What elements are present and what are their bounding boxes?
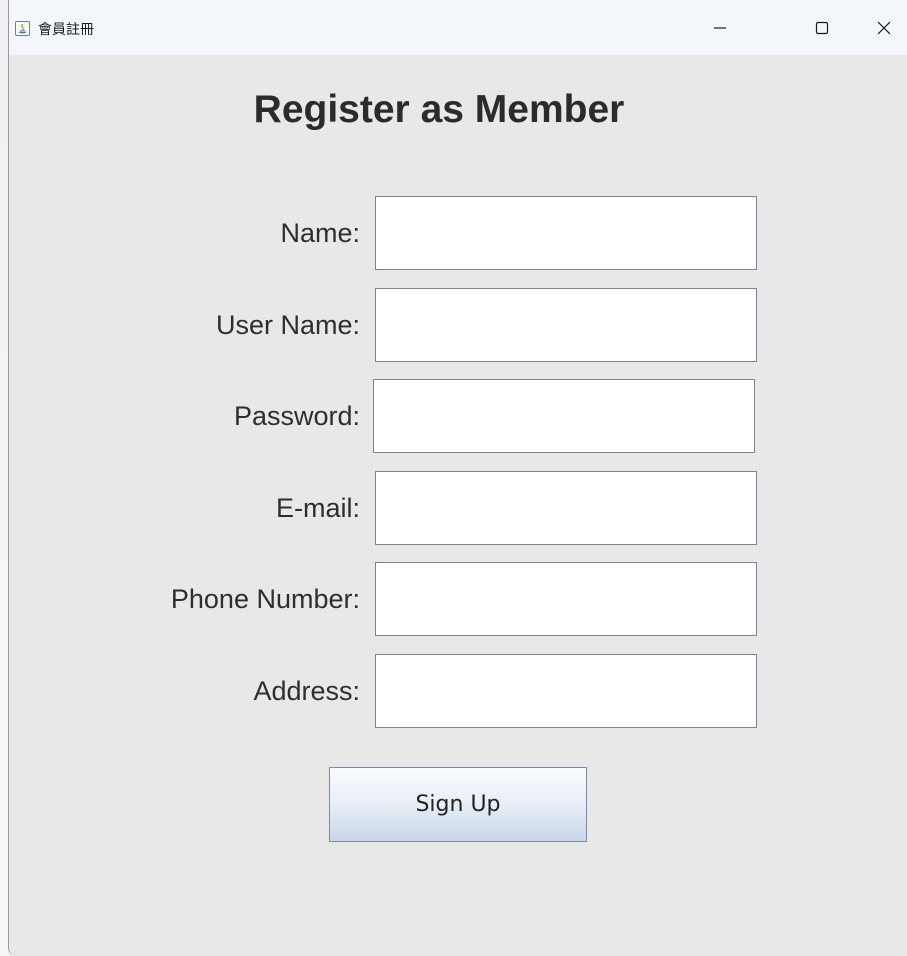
address-label: Address: [253,676,360,706]
window-title: 會員註冊 [38,22,94,38]
address-field[interactable] [375,654,757,728]
phone-field[interactable] [375,562,757,636]
java-app-icon [15,21,30,36]
name-field[interactable] [375,196,757,270]
username-field[interactable] [375,288,757,362]
minimize-icon [714,27,726,29]
title-bar[interactable]: 會員註冊 [9,0,907,55]
username-row: User Name: [9,288,907,362]
password-row: Password: [9,379,907,453]
email-field[interactable] [375,471,757,545]
minimize-button[interactable] [697,12,743,44]
sign-up-button[interactable]: Sign Up [329,767,587,842]
phone-row: Phone Number: [9,562,907,636]
password-field[interactable] [373,379,755,453]
password-label: Password: [233,401,360,431]
maximize-button[interactable] [799,12,845,44]
maximize-icon [815,21,829,35]
email-label: E-mail: [275,493,360,523]
email-row: E-mail: [9,471,907,545]
name-row: Name: [9,196,907,270]
close-button[interactable] [861,12,907,44]
close-icon [877,21,891,35]
name-label: Name: [280,218,360,248]
phone-label: Phone Number: [170,584,360,614]
address-row: Address: [9,654,907,728]
page-title: Register as Member [253,88,625,131]
registration-window: 會員註冊 Register as Member Name: User Name:… [8,0,907,956]
username-label: User Name: [215,310,360,340]
